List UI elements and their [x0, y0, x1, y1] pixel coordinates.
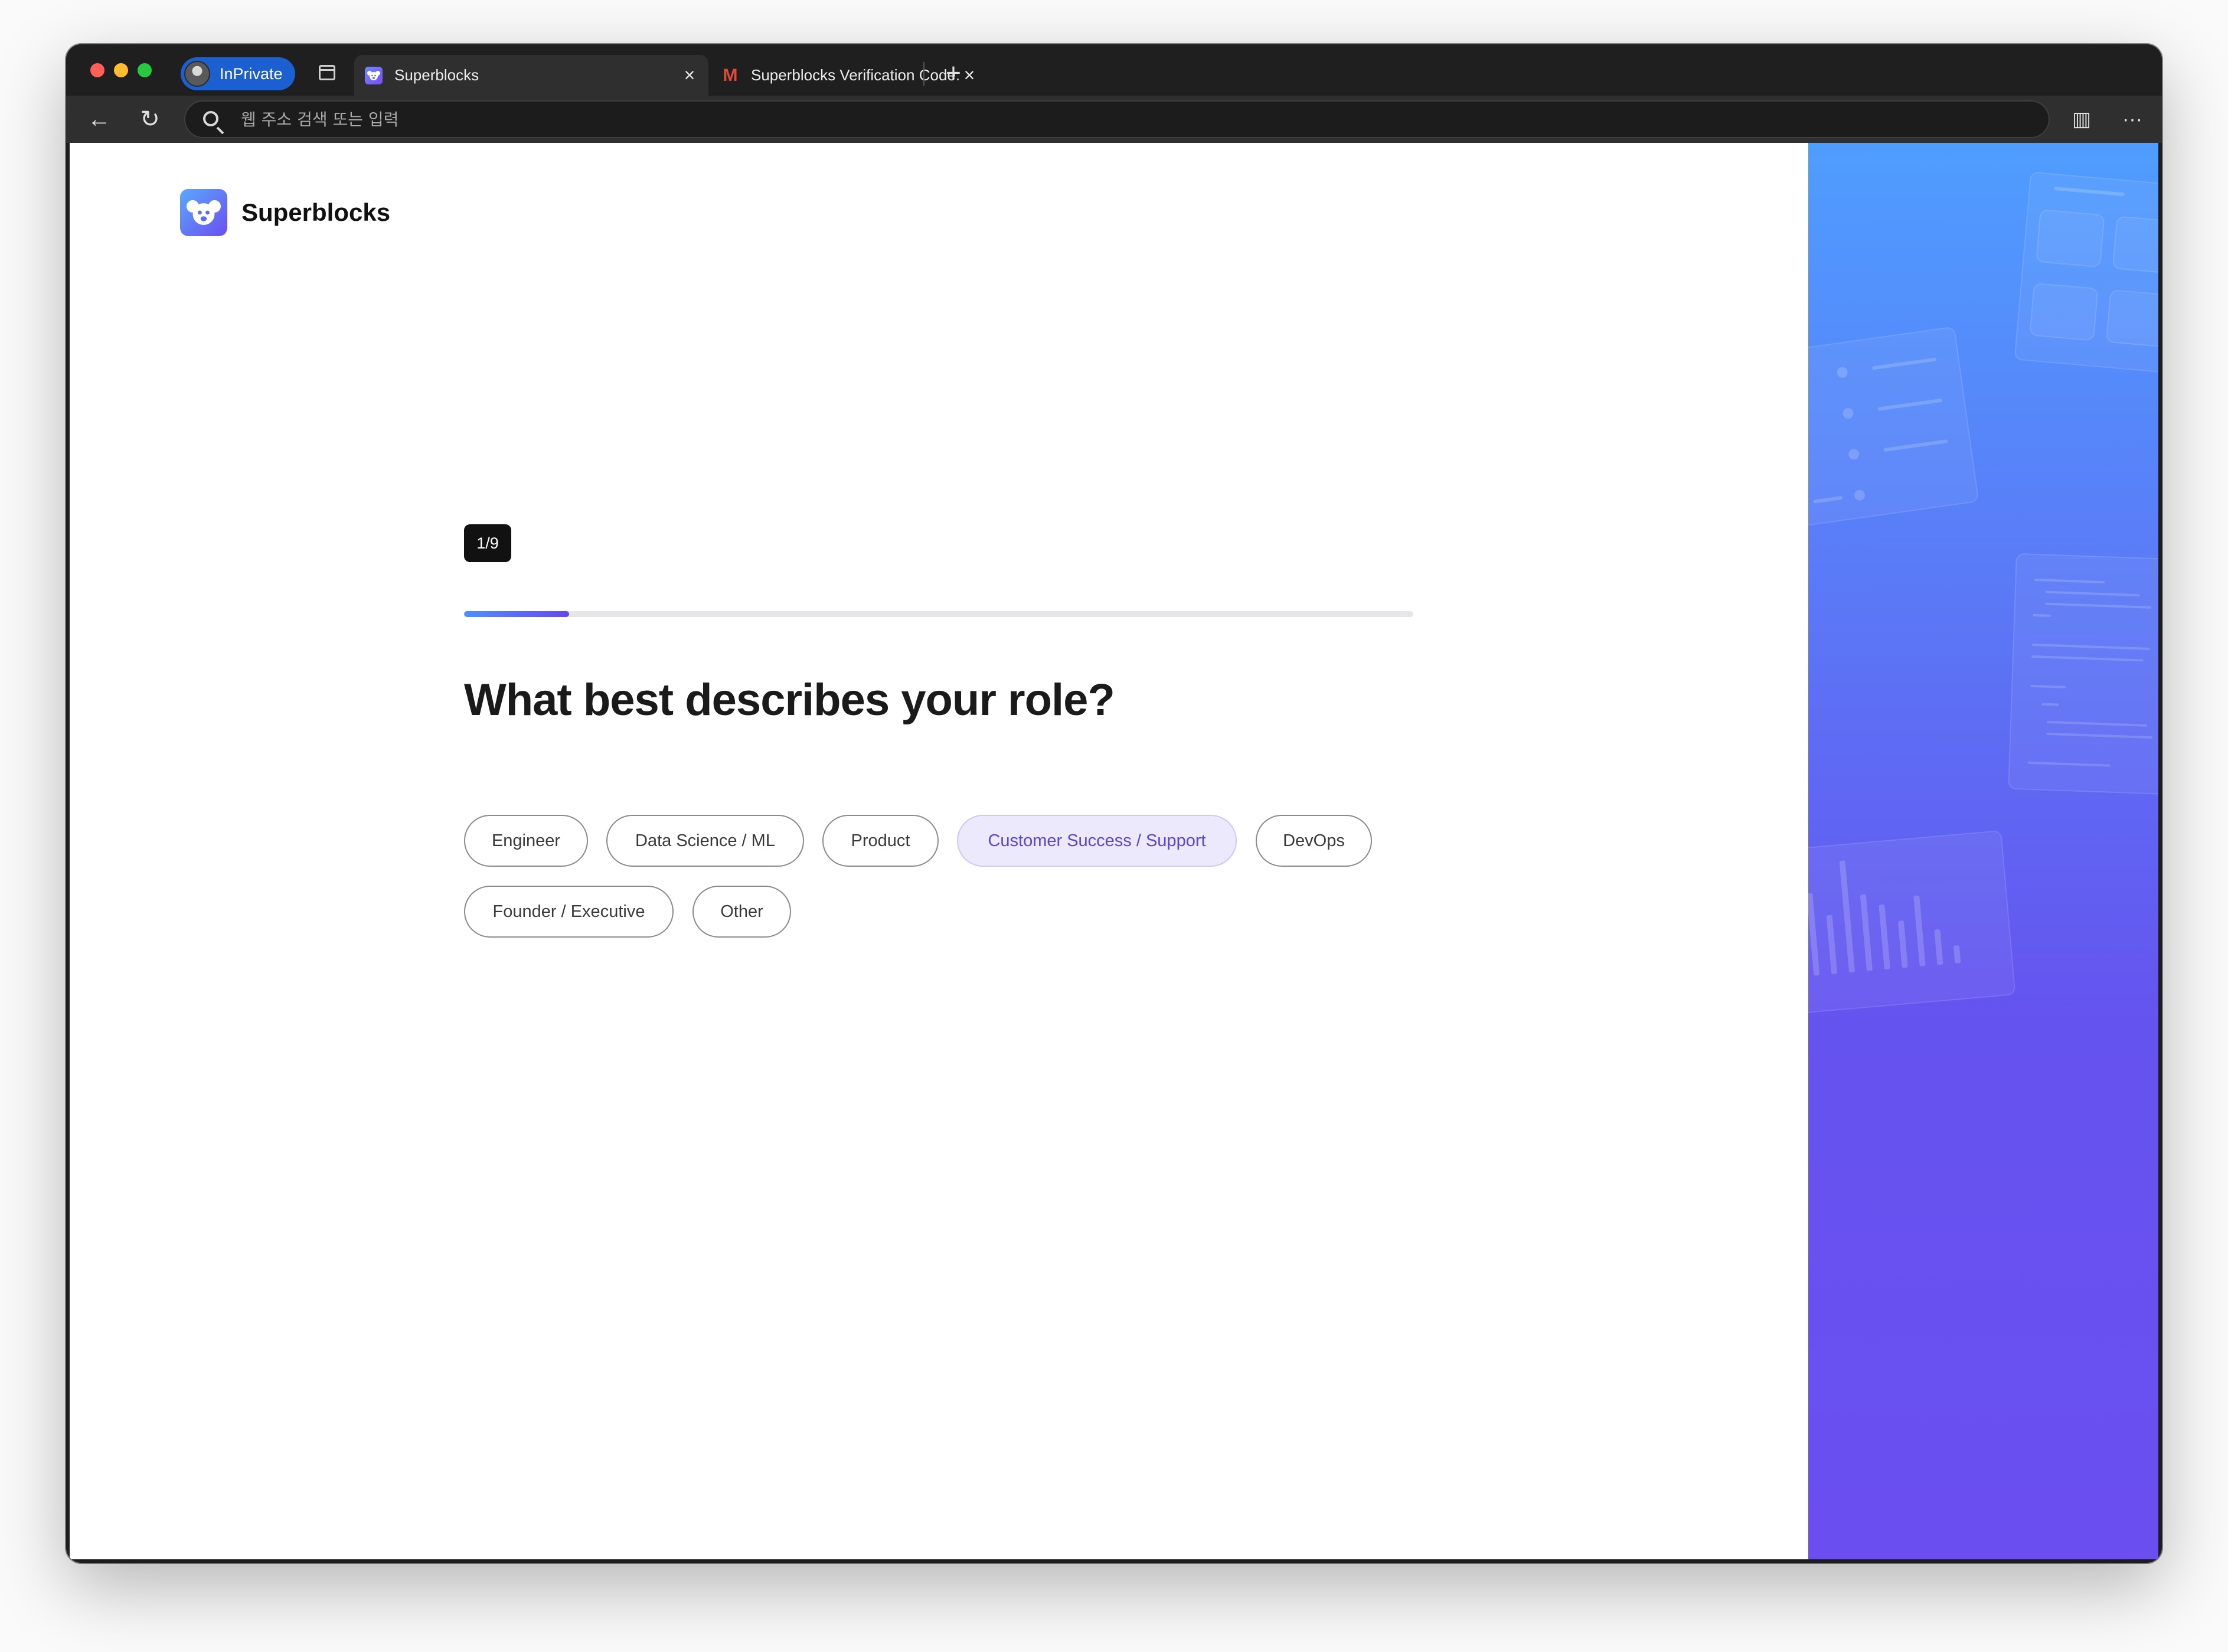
page-title: What best describes your role? — [464, 675, 1115, 725]
close-window-button[interactable] — [90, 63, 104, 77]
new-tab-button[interactable]: + — [937, 57, 969, 89]
deco-card-chart — [1808, 830, 2016, 1015]
decorative-side-panel — [1808, 143, 2158, 1559]
deco-card-list — [1808, 326, 1979, 527]
tab-actions-button[interactable] — [314, 60, 338, 84]
tab-title: Superblocks — [394, 66, 479, 84]
refresh-button[interactable]: ↻ — [133, 103, 166, 136]
tab-close-icon[interactable]: × — [679, 64, 700, 86]
option-data-science[interactable]: Data Science / ML — [606, 815, 804, 867]
superblocks-logo-icon — [180, 189, 227, 236]
option-customer-success[interactable]: Customer Success / Support — [957, 815, 1237, 867]
tab-superblocks[interactable]: Superblocks × — [354, 55, 708, 96]
profile-avatar-icon — [184, 61, 210, 87]
deco-card-code — [2008, 553, 2158, 796]
progress-fill — [464, 611, 570, 617]
option-founder-executive[interactable]: Founder / Executive — [464, 886, 674, 938]
page-viewport: Superblocks 1/9 What best describes your… — [70, 143, 2158, 1559]
option-other[interactable]: Other — [692, 886, 791, 938]
brand: Superblocks — [180, 189, 390, 236]
option-devops[interactable]: DevOps — [1256, 815, 1372, 867]
split-screen-button[interactable]: ▥ — [2065, 103, 2098, 136]
option-product[interactable]: Product — [822, 815, 939, 867]
inprivate-profile-button[interactable]: InPrivate — [181, 57, 295, 90]
search-icon — [203, 111, 218, 126]
step-badge: 1/9 — [464, 524, 511, 562]
inprivate-label: InPrivate — [220, 64, 283, 83]
progress-bar — [464, 611, 1413, 617]
back-button[interactable]: ← — [83, 103, 116, 136]
tab-actions-icon — [319, 65, 335, 80]
tab-strip: InPrivate Superblocks × M Superblocks Ve… — [66, 44, 2162, 96]
tab-separator — [923, 62, 924, 86]
more-menu-button[interactable]: ··· — [2116, 103, 2149, 136]
tab-title: Superblocks Verification Code: — [751, 66, 959, 84]
deco-card-grid — [2014, 171, 2158, 374]
gmail-favicon-icon: M — [723, 65, 738, 85]
browser-window: InPrivate Superblocks × M Superblocks Ve… — [66, 44, 2162, 1563]
zoom-window-button[interactable] — [138, 63, 152, 77]
minimize-window-button[interactable] — [114, 63, 128, 77]
superblocks-favicon-icon — [365, 66, 383, 84]
brand-name: Superblocks — [241, 198, 391, 226]
option-engineer[interactable]: Engineer — [464, 815, 588, 867]
address-bar[interactable] — [184, 100, 2050, 138]
browser-toolbar: ← ↻ ▥ ··· — [66, 96, 2162, 143]
address-input[interactable] — [241, 107, 2012, 131]
screen: InPrivate Superblocks × M Superblocks Ve… — [0, 0, 2228, 1652]
